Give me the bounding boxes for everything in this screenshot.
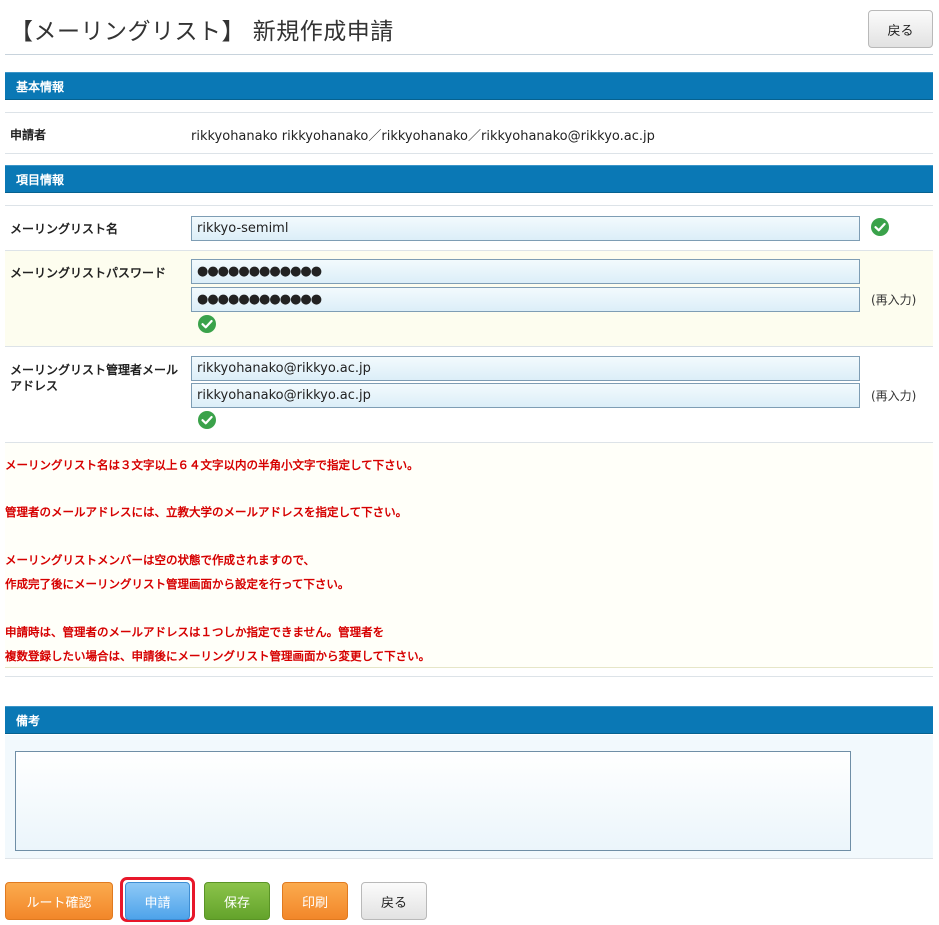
notice-members-line1: メーリングリストメンバーは空の状態で作成されますので、	[5, 553, 316, 567]
notice-admin-email: 管理者のメールアドレスには、立教大学のメールアドレスを指定して下さい。	[5, 505, 408, 519]
save-button[interactable]: 保存	[204, 882, 270, 920]
back-button-top[interactable]: 戻る	[868, 10, 933, 48]
notice-members-line2: 作成完了後にメーリングリスト管理画面から設定を行って下さい。	[5, 577, 350, 591]
page-title: 【メーリングリスト】 新規作成申請	[10, 19, 394, 45]
route-confirm-button[interactable]: ルート確認	[5, 882, 113, 920]
notice-admin-single-line2: 複数登録したい場合は、申請後にメーリングリスト管理画面から変更して下さい。	[5, 649, 431, 663]
divider	[5, 676, 933, 677]
remarks-textarea[interactable]	[15, 751, 851, 851]
applicant-value: rikkyohanako rikkyohanako／rikkyohanako／r…	[191, 129, 655, 144]
admin-email-valid-check-icon	[198, 411, 216, 429]
admin-email-label-line2: アドレス	[10, 379, 59, 393]
divider	[5, 858, 933, 859]
password-reenter-label: (再入力)	[871, 293, 917, 307]
divider	[5, 667, 933, 668]
password-input[interactable]	[191, 259, 860, 284]
divider	[5, 205, 933, 206]
admin-email-reenter-label: (再入力)	[871, 389, 917, 403]
ml-name-label: メーリングリスト名	[10, 222, 119, 236]
password-label: メーリングリストパスワード	[10, 266, 167, 280]
ml-name-input[interactable]	[191, 216, 860, 241]
divider	[5, 346, 933, 347]
notice-admin-single-line1: 申請時は、管理者のメールアドレスは１つしか指定できません。管理者を	[5, 625, 385, 639]
divider	[5, 442, 933, 443]
print-button[interactable]: 印刷	[282, 882, 348, 920]
ml-name-valid-check-icon	[871, 218, 889, 236]
back-button-bottom[interactable]: 戻る	[361, 882, 427, 920]
apply-button[interactable]: 申請	[125, 882, 190, 920]
password-valid-check-icon	[198, 315, 216, 333]
divider	[5, 250, 933, 251]
admin-email-confirm-input[interactable]	[191, 383, 860, 408]
title-divider	[5, 54, 933, 55]
section-header-basic-info: 基本情報	[5, 72, 933, 100]
divider	[5, 112, 933, 113]
divider	[5, 153, 933, 154]
section-header-item-info: 項目情報	[5, 165, 933, 193]
notice-ml-name: メーリングリスト名は３文字以上６４文字以内の半角小文字で指定して下さい。	[5, 458, 419, 472]
applicant-label: 申請者	[10, 128, 47, 142]
section-header-remarks: 備考	[5, 706, 933, 734]
admin-email-label-line1: メーリングリスト管理者メール	[10, 363, 179, 377]
password-confirm-input[interactable]	[191, 287, 860, 312]
admin-email-input[interactable]	[191, 356, 860, 381]
